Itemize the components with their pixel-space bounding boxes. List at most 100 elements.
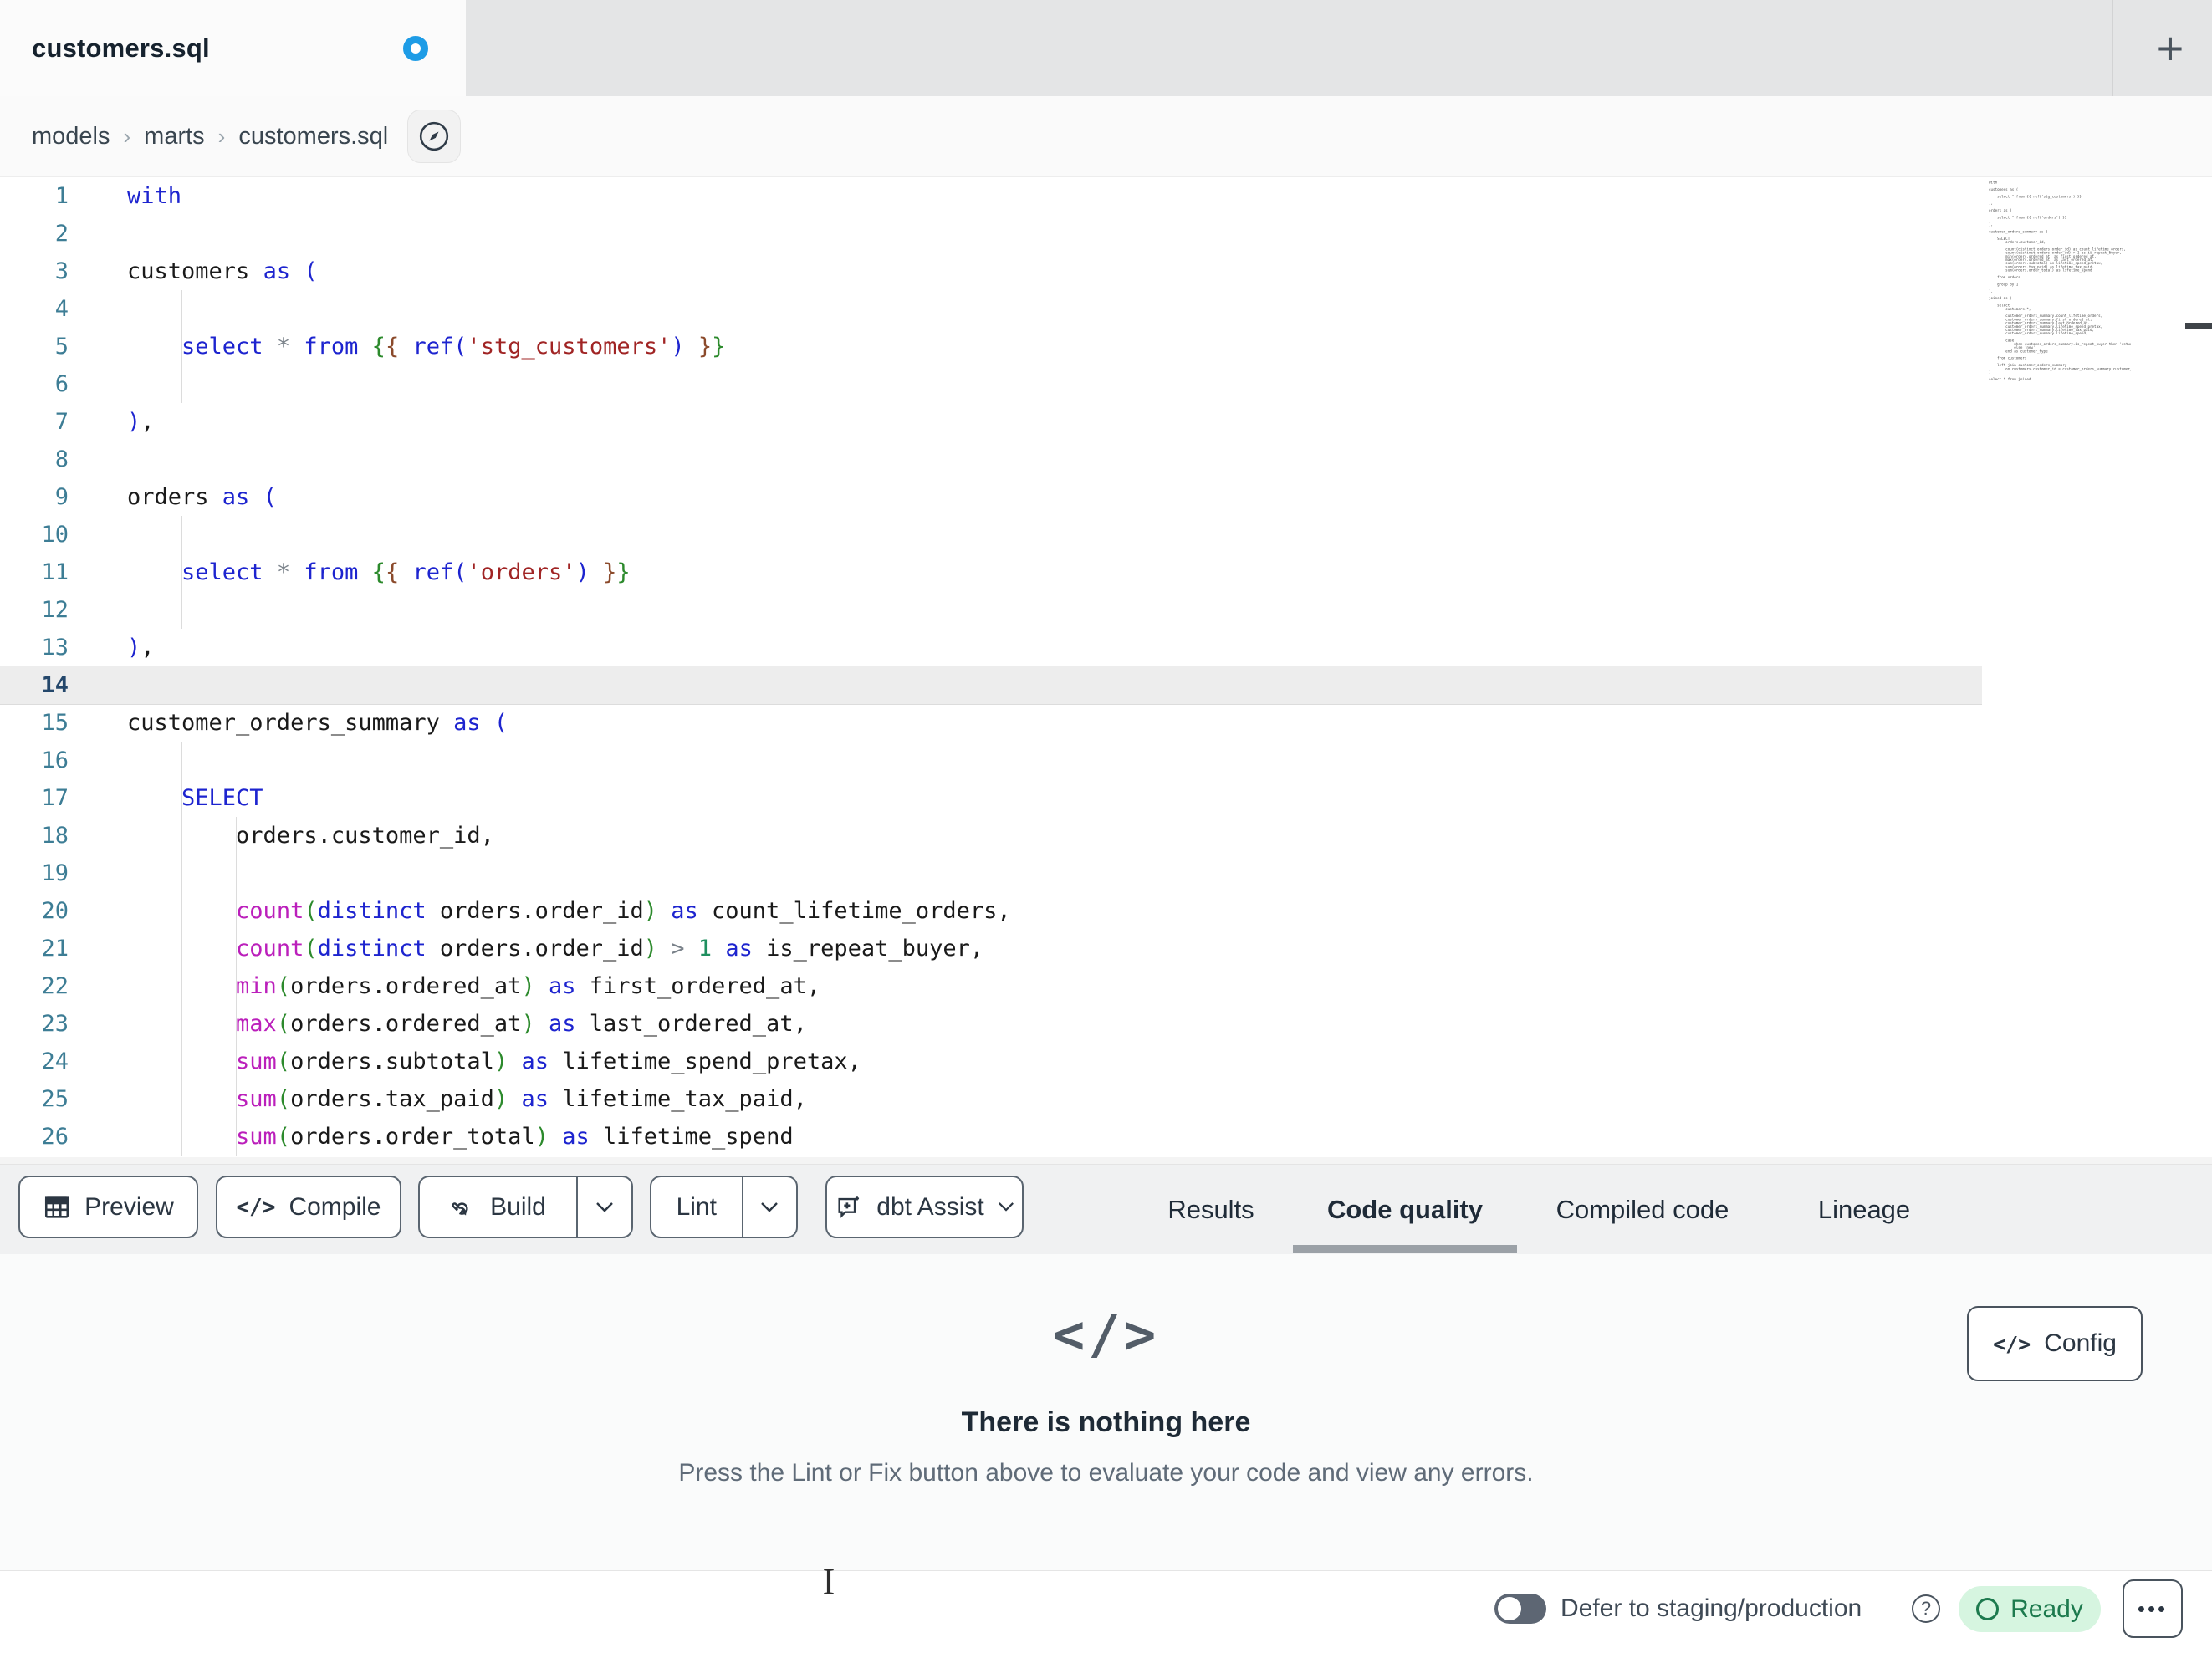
code-line[interactable]: 9 orders as ( bbox=[0, 478, 2212, 516]
compile-button[interactable]: </> Compile bbox=[216, 1176, 401, 1238]
chat-sparkle-icon bbox=[835, 1193, 863, 1222]
compass-icon bbox=[418, 120, 450, 152]
defer-label: Defer to staging/production bbox=[1561, 1594, 1862, 1622]
breadcrumb: models › marts › customers.sql bbox=[32, 96, 388, 177]
line-number[interactable]: 14 bbox=[0, 666, 94, 704]
code-line[interactable]: 12 bbox=[0, 591, 2212, 629]
code-line-text: customers as ( bbox=[127, 258, 318, 284]
code-line-text: ), bbox=[127, 409, 155, 435]
breadcrumb-marts[interactable]: marts bbox=[144, 123, 205, 151]
line-number[interactable]: 19 bbox=[0, 855, 94, 892]
code-line[interactable]: 6 bbox=[0, 365, 2212, 403]
code-line[interactable]: 22 min(orders.ordered_at) as first_order… bbox=[0, 967, 2212, 1005]
code-line[interactable]: 5 select * from {{ ref('stg_customers') … bbox=[0, 328, 2212, 365]
defer-toggle[interactable] bbox=[1494, 1594, 1546, 1624]
code-line[interactable]: 1 with bbox=[0, 177, 2212, 215]
line-number[interactable]: 20 bbox=[0, 892, 94, 930]
line-number[interactable]: 26 bbox=[0, 1118, 94, 1156]
code-line[interactable]: 8 bbox=[0, 441, 2212, 478]
tab-lineage[interactable]: Lineage bbox=[1768, 1165, 1960, 1255]
code-line[interactable]: 4 bbox=[0, 290, 2212, 328]
line-number[interactable]: 18 bbox=[0, 817, 94, 855]
code-line[interactable]: 11 select * from {{ ref('orders') }} bbox=[0, 554, 2212, 591]
line-number[interactable]: 1 bbox=[0, 177, 94, 215]
code-line[interactable]: 14 bbox=[0, 666, 1982, 704]
code-line[interactable]: 21 count(distinct orders.order_id) > 1 a… bbox=[0, 930, 2212, 967]
minimap[interactable]: with customers as ( select * from {{ ref… bbox=[1989, 181, 2131, 390]
new-tab-button[interactable]: + bbox=[2128, 0, 2212, 96]
overflow-menu-button[interactable]: ••• bbox=[2123, 1579, 2183, 1638]
line-number[interactable]: 5 bbox=[0, 328, 94, 365]
line-number[interactable]: 23 bbox=[0, 1005, 94, 1043]
line-number[interactable]: 21 bbox=[0, 930, 94, 967]
indent-guide bbox=[181, 290, 182, 403]
code-line-text: sum(orders.subtotal) as lifetime_spend_p… bbox=[236, 1048, 861, 1074]
line-number[interactable]: 10 bbox=[0, 516, 94, 554]
line-number[interactable]: 16 bbox=[0, 742, 94, 779]
line-number[interactable]: 6 bbox=[0, 365, 94, 403]
line-number[interactable]: 3 bbox=[0, 253, 94, 290]
dbt-assist-button[interactable]: dbt Assist bbox=[825, 1176, 1024, 1238]
empty-state-title: There is nothing here bbox=[961, 1406, 1251, 1438]
code-line[interactable]: 7), bbox=[0, 403, 2212, 441]
line-number[interactable]: 11 bbox=[0, 554, 94, 591]
code-line[interactable]: 15 customer_orders_summary as ( bbox=[0, 704, 2212, 742]
code-line-text: with bbox=[127, 183, 182, 209]
code-line-text: select * from {{ ref('stg_customers') }} bbox=[181, 334, 726, 360]
preview-button[interactable]: Preview bbox=[18, 1176, 198, 1238]
lint-button-label: Lint bbox=[676, 1192, 717, 1221]
code-line[interactable]: 25 sum(orders.tax_paid) as lifetime_tax_… bbox=[0, 1080, 2212, 1118]
code-line[interactable]: 26 sum(orders.order_total) as lifetime_s… bbox=[0, 1118, 2212, 1156]
line-number[interactable]: 8 bbox=[0, 441, 94, 478]
build-button[interactable]: Build bbox=[420, 1193, 576, 1222]
code-editor[interactable]: 1 with 2 3 customers as ( 4 5 select * from {{… bbox=[0, 177, 2212, 1164]
explore-lineage-button[interactable] bbox=[407, 110, 461, 163]
chevron-down-icon bbox=[596, 1201, 613, 1212]
code-line[interactable]: 13), bbox=[0, 629, 2212, 666]
tab-code-quality[interactable]: Code quality bbox=[1293, 1165, 1517, 1255]
line-number[interactable]: 12 bbox=[0, 591, 94, 629]
line-number[interactable]: 15 bbox=[0, 704, 94, 742]
code-line[interactable]: 18 orders.customer_id, bbox=[0, 817, 2212, 855]
vertical-scrollbar-thumb[interactable] bbox=[2185, 323, 2212, 329]
build-split-button: Build bbox=[418, 1176, 633, 1238]
config-button-label: Config bbox=[2044, 1329, 2117, 1357]
code-icon: </> bbox=[1052, 1304, 1160, 1366]
build-dropdown-button[interactable] bbox=[578, 1177, 631, 1237]
line-number[interactable]: 17 bbox=[0, 779, 94, 817]
tab-compiled-code[interactable]: Compiled code bbox=[1517, 1165, 1768, 1255]
line-number[interactable]: 9 bbox=[0, 478, 94, 516]
line-number[interactable]: 4 bbox=[0, 290, 94, 328]
code-line[interactable]: 23 max(orders.ordered_at) as last_ordere… bbox=[0, 1005, 2212, 1043]
code-line-text: count(distinct orders.order_id) > 1 as i… bbox=[236, 936, 984, 962]
line-number[interactable]: 22 bbox=[0, 967, 94, 1005]
line-number[interactable]: 2 bbox=[0, 215, 94, 253]
unsaved-changes-dot-icon bbox=[403, 36, 428, 61]
code-line[interactable]: 19 bbox=[0, 855, 2212, 892]
dbt-assist-label: dbt Assist bbox=[876, 1192, 984, 1221]
code-line[interactable]: 10 bbox=[0, 516, 2212, 554]
code-line[interactable]: 20 count(distinct orders.order_id) as co… bbox=[0, 892, 2212, 930]
line-number[interactable]: 13 bbox=[0, 629, 94, 666]
line-number[interactable]: 24 bbox=[0, 1043, 94, 1080]
tab-customers-sql[interactable]: customers.sql bbox=[0, 0, 466, 96]
chevron-down-icon bbox=[998, 1202, 1014, 1212]
help-icon[interactable]: ? bbox=[1912, 1594, 1940, 1623]
tab-bar: customers.sql + bbox=[0, 0, 2212, 96]
tab-results[interactable]: Results bbox=[1129, 1165, 1293, 1255]
status-circle-icon bbox=[1976, 1598, 2000, 1620]
line-number[interactable]: 25 bbox=[0, 1080, 94, 1118]
code-line[interactable]: 17 SELECT bbox=[0, 779, 2212, 817]
breadcrumb-models[interactable]: models bbox=[32, 123, 110, 151]
ready-status-badge[interactable]: Ready bbox=[1959, 1586, 2101, 1632]
code-line[interactable]: 3 customers as ( bbox=[0, 253, 2212, 290]
line-number[interactable]: 7 bbox=[0, 403, 94, 441]
horizontal-scrollbar-track[interactable] bbox=[0, 1157, 2212, 1164]
code-line[interactable]: 2 bbox=[0, 215, 2212, 253]
breadcrumb-file[interactable]: customers.sql bbox=[238, 123, 388, 151]
lint-dropdown-button[interactable] bbox=[743, 1177, 796, 1237]
config-button[interactable]: </> Config bbox=[1967, 1306, 2143, 1381]
code-line[interactable]: 16 bbox=[0, 742, 2212, 779]
code-line[interactable]: 24 sum(orders.subtotal) as lifetime_spen… bbox=[0, 1043, 2212, 1080]
lint-button[interactable]: Lint bbox=[651, 1193, 742, 1222]
